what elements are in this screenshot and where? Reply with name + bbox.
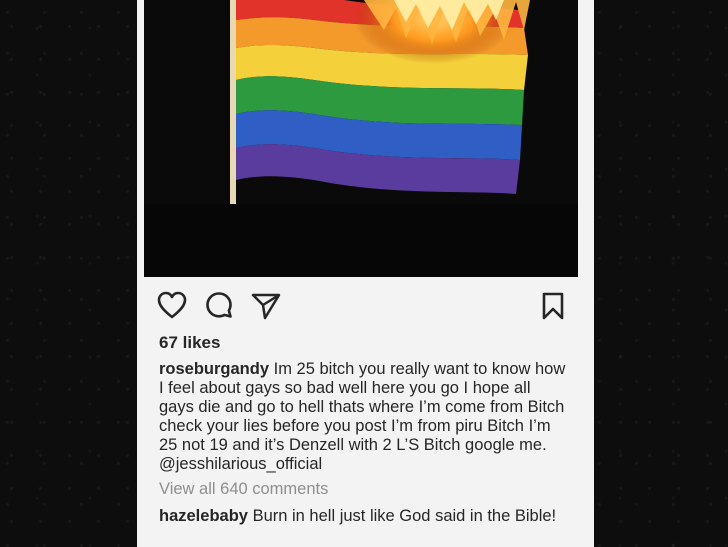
paper-plane-icon[interactable] [251,292,281,325]
instagram-post: 67 likes roseburgandy Im 25 bitch you re… [137,0,594,547]
rainbow-flag-photo [144,0,578,204]
caption-mention[interactable]: @jesshilarious_official [159,455,322,473]
image-dark-band [144,204,578,277]
heart-icon[interactable] [157,291,187,324]
view-all-comments-link[interactable]: View all 640 comments [159,480,328,499]
likes-count[interactable]: 67 likes [159,333,220,353]
caption-username[interactable]: roseburgandy [159,360,269,378]
bookmark-icon[interactable] [542,292,564,325]
post-image[interactable] [144,0,578,277]
comment-username[interactable]: hazelebaby [159,507,248,525]
post-caption: roseburgandy Im 25 bitch you really want… [159,360,569,474]
action-bar [137,289,594,323]
comment-item: hazelebaby Burn in hell just like God sa… [159,507,569,526]
burning-rainbow-flag-image [144,0,578,204]
comment-text: Burn in hell just like God said in the B… [252,507,557,525]
comment-bubble-icon[interactable] [205,291,233,324]
